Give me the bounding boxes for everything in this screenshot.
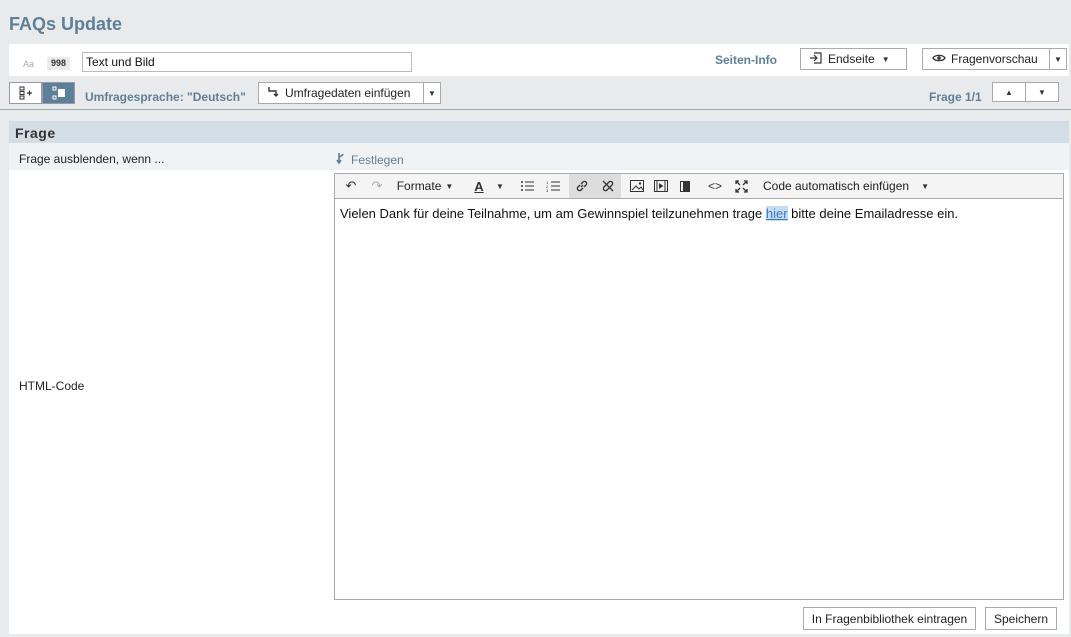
image-icon[interactable]: [625, 174, 649, 198]
chevron-up-icon: ▲: [1005, 87, 1013, 97]
view-list-add-button[interactable]: [9, 82, 42, 104]
fragenvorschau-dropdown[interactable]: ▼: [1049, 48, 1067, 70]
fragenvorschau-button[interactable]: Fragenvorschau: [922, 48, 1050, 70]
document-icon[interactable]: [673, 174, 697, 198]
text-color-icon[interactable]: A: [467, 174, 491, 198]
media-icon[interactable]: [649, 174, 673, 198]
editor-content[interactable]: Vielen Dank für deine Teilnahme, um am G…: [340, 206, 958, 221]
unlink-icon[interactable]: [595, 174, 621, 198]
rich-text-editor: ↶ ↷ Formate ▼ A ▼ 123 <> Code automatisc…: [334, 173, 1064, 600]
formats-label: Formate: [396, 179, 442, 193]
view-detail-button[interactable]: [42, 82, 75, 104]
question-id-badge: 998: [47, 57, 71, 70]
hide-condition-row: Frage ausblenden, wenn ... Festlegen: [9, 143, 1069, 170]
umfragedaten-einfuegen-button[interactable]: Umfragedaten einfügen: [258, 82, 424, 104]
chevron-down-icon[interactable]: ▼: [491, 174, 509, 198]
chevron-down-icon: ▼: [428, 88, 436, 98]
insert-arrow-icon: [267, 86, 280, 101]
numbered-list-icon[interactable]: 123: [541, 174, 565, 198]
chevron-down-icon: ▼: [881, 54, 890, 64]
svg-text:3: 3: [546, 188, 549, 192]
hide-condition-label: Frage ausblenden, wenn ...: [19, 152, 165, 166]
content-text-after: bitte deine Emailadresse ein.: [787, 206, 959, 221]
auto-code-dropdown[interactable]: Code automatisch einfügen ▼: [761, 174, 931, 198]
save-button[interactable]: Speichern: [985, 607, 1057, 630]
umfragedaten-dropdown[interactable]: ▼: [423, 82, 441, 104]
fragenvorschau-label: Fragenvorschau: [951, 52, 1038, 66]
list-add-icon: [19, 86, 32, 100]
survey-language-label: Umfragesprache: "Deutsch": [85, 90, 246, 104]
previous-question-button[interactable]: ▲: [992, 82, 1026, 102]
auto-code-label: Code automatisch einfügen: [762, 179, 910, 193]
font-size-icon[interactable]: Aa: [23, 59, 34, 69]
seiten-info-link[interactable]: Seiten-Info: [715, 53, 777, 67]
chevron-down-icon: ▼: [445, 181, 454, 191]
email-link[interactable]: hier: [765, 206, 788, 221]
link-icon[interactable]: [569, 174, 595, 198]
html-code-label: HTML-Code: [19, 379, 85, 393]
code-icon[interactable]: <>: [703, 174, 727, 198]
bullet-list-icon[interactable]: [515, 174, 539, 198]
undo-icon[interactable]: ↶: [341, 174, 361, 198]
survey-toolbar: Umfragesprache: "Deutsch" Umfragedaten e…: [0, 78, 1071, 110]
question-title-input[interactable]: [82, 52, 412, 72]
next-question-button[interactable]: ▼: [1025, 82, 1059, 102]
chevron-down-icon: ▼: [1038, 87, 1046, 97]
eye-icon: [932, 52, 946, 66]
question-panel: Frage ausblenden, wenn ... Festlegen HTM…: [9, 143, 1069, 634]
editor-toolbar: ↶ ↷ Formate ▼ A ▼ 123 <> Code automatisc…: [335, 174, 1063, 199]
formats-dropdown[interactable]: Formate ▼: [393, 174, 457, 198]
question-counter: Frage 1/1: [929, 90, 982, 104]
question-header-bar: Aa 998 Seiten-Info Endseite ▼ Fragenvors…: [9, 44, 1069, 76]
umfragedaten-label: Umfragedaten einfügen: [285, 86, 411, 100]
fullscreen-icon[interactable]: [729, 174, 753, 198]
branch-icon: [336, 152, 346, 168]
chevron-down-icon: ▼: [1054, 54, 1062, 64]
endseite-label: Endseite: [828, 52, 875, 66]
page-title: FAQs Update: [9, 14, 123, 34]
chevron-down-icon: ▼: [921, 181, 930, 191]
content-text-before: Vielen Dank für deine Teilnahme, um am G…: [340, 206, 766, 221]
section-title: Frage: [9, 121, 1069, 143]
festlegen-label: Festlegen: [351, 153, 404, 167]
endseite-dropdown[interactable]: Endseite ▼: [800, 48, 907, 70]
redo-icon[interactable]: ↷: [367, 174, 387, 198]
add-to-library-button[interactable]: In Fragenbibliothek eintragen: [803, 607, 976, 630]
detail-view-icon: [52, 86, 65, 100]
exit-door-icon: [809, 51, 823, 67]
festlegen-link[interactable]: Festlegen: [336, 152, 404, 168]
